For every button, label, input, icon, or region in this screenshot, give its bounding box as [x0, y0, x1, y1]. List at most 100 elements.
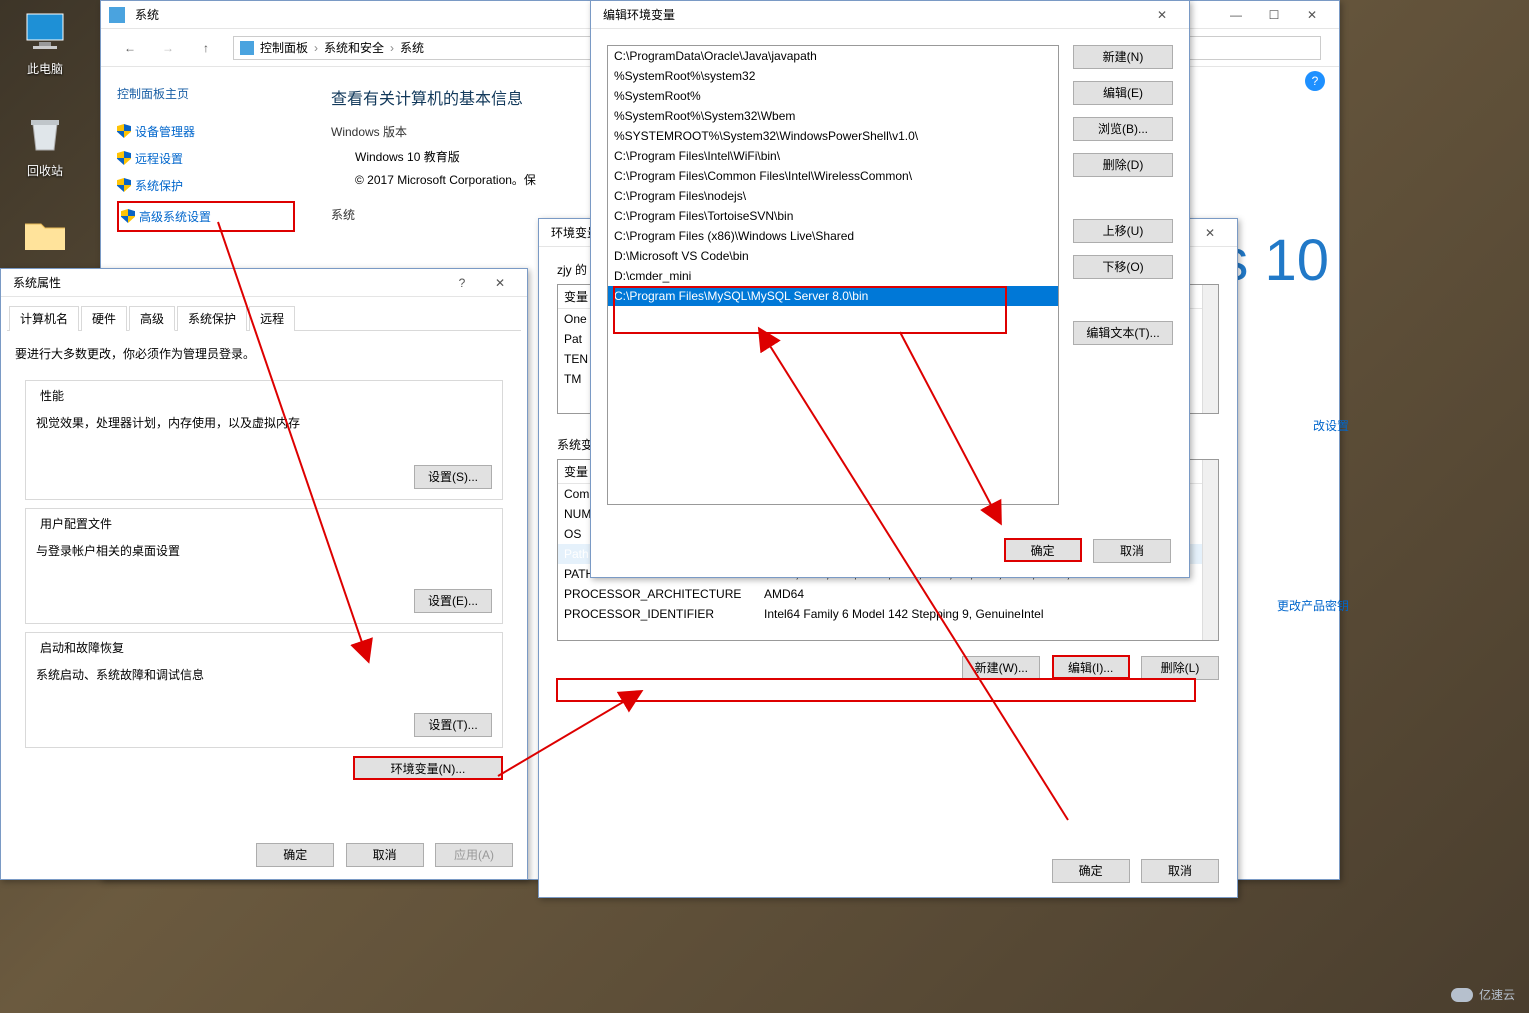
browse-button[interactable]: 浏览(B)...	[1073, 117, 1173, 141]
sidebar-link: 高级系统设置	[139, 210, 211, 224]
delete-button[interactable]: 删除(L)	[1141, 656, 1219, 680]
ok-button[interactable]: 确定	[256, 843, 334, 867]
ok-button[interactable]: 确定	[1004, 538, 1082, 562]
close-button[interactable]: ✕	[481, 272, 519, 294]
perf-title: 性能	[36, 387, 68, 404]
folder-icon	[21, 210, 69, 258]
startup-desc: 系统启动、系统故障和调试信息	[36, 666, 492, 683]
edit-button[interactable]: 编辑(I)...	[1052, 655, 1130, 679]
cancel-button[interactable]: 取消	[1093, 539, 1171, 563]
sysprops-title: 系统属性	[9, 274, 443, 291]
list-item[interactable]: C:\Program Files\Intel\WiFi\bin\	[608, 146, 1058, 166]
editenv-footer: 确定 取消	[1004, 538, 1171, 563]
crumb[interactable]: 控制面板	[260, 39, 308, 56]
startup-settings-button[interactable]: 设置(T)...	[414, 713, 492, 737]
shield-icon	[117, 178, 131, 192]
sysprops-titlebar[interactable]: 系统属性 ? ✕	[1, 269, 527, 297]
tab-advanced[interactable]: 高级	[129, 306, 175, 331]
startup-fieldset: 启动和故障恢复 系统启动、系统故障和调试信息 设置(T)...	[25, 632, 503, 748]
tab-remote[interactable]: 远程	[249, 306, 295, 331]
tab-protection[interactable]: 系统保护	[177, 306, 247, 331]
desktop-icon-recycle[interactable]: 回收站	[8, 110, 82, 179]
startup-title: 启动和故障恢复	[36, 639, 128, 656]
back-button[interactable]: ←	[111, 37, 149, 59]
list-item[interactable]: D:\cmder_mini	[608, 266, 1058, 286]
envvars-footer: 确定 取消	[1052, 859, 1219, 883]
shield-icon	[117, 124, 131, 138]
list-item[interactable]: %SystemRoot%\System32\Wbem	[608, 106, 1058, 126]
list-item[interactable]: C:\Program Files\TortoiseSVN\bin	[608, 206, 1058, 226]
sysprops-tabs: 计算机名 硬件 高级 系统保护 远程	[7, 303, 521, 331]
desktop-icon-label: 回收站	[27, 164, 63, 178]
desktop-icon-folder[interactable]	[8, 210, 82, 262]
desktop-icon-label: 此电脑	[27, 62, 63, 76]
list-item[interactable]: C:\Program Files\Common Files\Intel\Wire…	[608, 166, 1058, 186]
cancel-button[interactable]: 取消	[346, 843, 424, 867]
close-button[interactable]: ✕	[1293, 4, 1331, 26]
new-button[interactable]: 新建(W)...	[962, 656, 1040, 680]
ok-button[interactable]: 确定	[1052, 859, 1130, 883]
sysprops-footer: 确定 取消 应用(A)	[256, 843, 513, 867]
profile-settings-button[interactable]: 设置(E)...	[414, 589, 492, 613]
scrollbar[interactable]	[1202, 285, 1218, 413]
profile-fieldset: 用户配置文件 与登录帐户相关的桌面设置 设置(E)...	[25, 508, 503, 624]
editenv-body: C:\ProgramData\Oracle\Java\javapath%Syst…	[591, 29, 1189, 577]
monitor-icon	[21, 8, 69, 56]
scrollbar[interactable]	[1202, 460, 1218, 640]
sidebar-item-advanced[interactable]: 高级系统设置	[117, 201, 295, 232]
edit-text-button[interactable]: 编辑文本(T)...	[1073, 321, 1173, 345]
tab-computer-name[interactable]: 计算机名	[9, 306, 79, 331]
right-link-change[interactable]: 改设置	[1313, 417, 1349, 434]
sidebar-link: 远程设置	[135, 152, 183, 166]
sysprops-body: 要进行大多数更改，你必须作为管理员登录。 性能 视觉效果，处理器计划，内存使用，…	[1, 331, 527, 780]
list-item[interactable]: D:\Microsoft VS Code\bin	[608, 246, 1058, 266]
close-button[interactable]: ✕	[1191, 222, 1229, 244]
perf-fieldset: 性能 视觉效果，处理器计划，内存使用，以及虚拟内存 设置(S)...	[25, 380, 503, 500]
maximize-button[interactable]: ☐	[1255, 4, 1293, 26]
sidebar-title: 控制面板主页	[117, 85, 295, 102]
table-row[interactable]: PROCESSOR_ARCHITECTUREAMD64	[558, 584, 1218, 604]
editenv-titlebar[interactable]: 编辑环境变量 ✕	[591, 1, 1189, 29]
cloud-icon	[1451, 988, 1473, 1002]
apply-button[interactable]: 应用(A)	[435, 843, 513, 867]
new-button[interactable]: 新建(N)	[1073, 45, 1173, 69]
sidebar-item-protection[interactable]: 系统保护	[117, 172, 295, 199]
perf-settings-button[interactable]: 设置(S)...	[414, 465, 492, 489]
minimize-button[interactable]: —	[1217, 4, 1255, 26]
cancel-button[interactable]: 取消	[1141, 859, 1219, 883]
right-link-key[interactable]: 更改产品密钥	[1277, 597, 1349, 614]
up-button[interactable]: ↑	[187, 37, 225, 59]
list-item[interactable]: C:\Program Files\MySQL\MySQL Server 8.0\…	[608, 286, 1058, 306]
env-vars-button[interactable]: 环境变量(N)...	[353, 756, 503, 780]
edit-button[interactable]: 编辑(E)	[1073, 81, 1173, 105]
shield-icon	[117, 151, 131, 165]
list-item[interactable]: C:\ProgramData\Oracle\Java\javapath	[608, 46, 1058, 66]
sysvars-buttons: 新建(W)... 编辑(I)... 删除(L)	[557, 655, 1219, 680]
move-up-button[interactable]: 上移(U)	[1073, 219, 1173, 243]
list-item[interactable]: C:\Program Files (x86)\Windows Live\Shar…	[608, 226, 1058, 246]
path-listbox[interactable]: C:\ProgramData\Oracle\Java\javapath%Syst…	[607, 45, 1059, 505]
sidebar-link: 系统保护	[135, 179, 183, 193]
crumb[interactable]: 系统	[400, 39, 424, 56]
editenv-title: 编辑环境变量	[599, 6, 1143, 23]
close-button[interactable]: ✕	[1143, 4, 1181, 26]
profile-title: 用户配置文件	[36, 515, 116, 532]
list-item[interactable]: C:\Program Files\nodejs\	[608, 186, 1058, 206]
list-item[interactable]: %SystemRoot%	[608, 86, 1058, 106]
crumb[interactable]: 系统和安全	[324, 39, 384, 56]
help-button[interactable]: ?	[443, 272, 481, 294]
delete-button[interactable]: 删除(D)	[1073, 153, 1173, 177]
tab-hardware[interactable]: 硬件	[81, 306, 127, 331]
table-row[interactable]: PROCESSOR_IDENTIFIERIntel64 Family 6 Mod…	[558, 604, 1218, 624]
sidebar-item-device-manager[interactable]: 设备管理器	[117, 118, 295, 145]
desktop-icon-this-pc[interactable]: 此电脑	[8, 8, 82, 77]
forward-button[interactable]: →	[149, 37, 187, 59]
sidebar-link: 设备管理器	[135, 125, 195, 139]
list-item[interactable]: %SystemRoot%\system32	[608, 66, 1058, 86]
edit-env-window: 编辑环境变量 ✕ C:\ProgramData\Oracle\Java\java…	[590, 0, 1190, 578]
move-down-button[interactable]: 下移(O)	[1073, 255, 1173, 279]
sidebar-item-remote[interactable]: 远程设置	[117, 145, 295, 172]
shield-icon	[121, 209, 135, 223]
list-item[interactable]: %SYSTEMROOT%\System32\WindowsPowerShell\…	[608, 126, 1058, 146]
watermark: 亿速云	[1451, 986, 1515, 1003]
